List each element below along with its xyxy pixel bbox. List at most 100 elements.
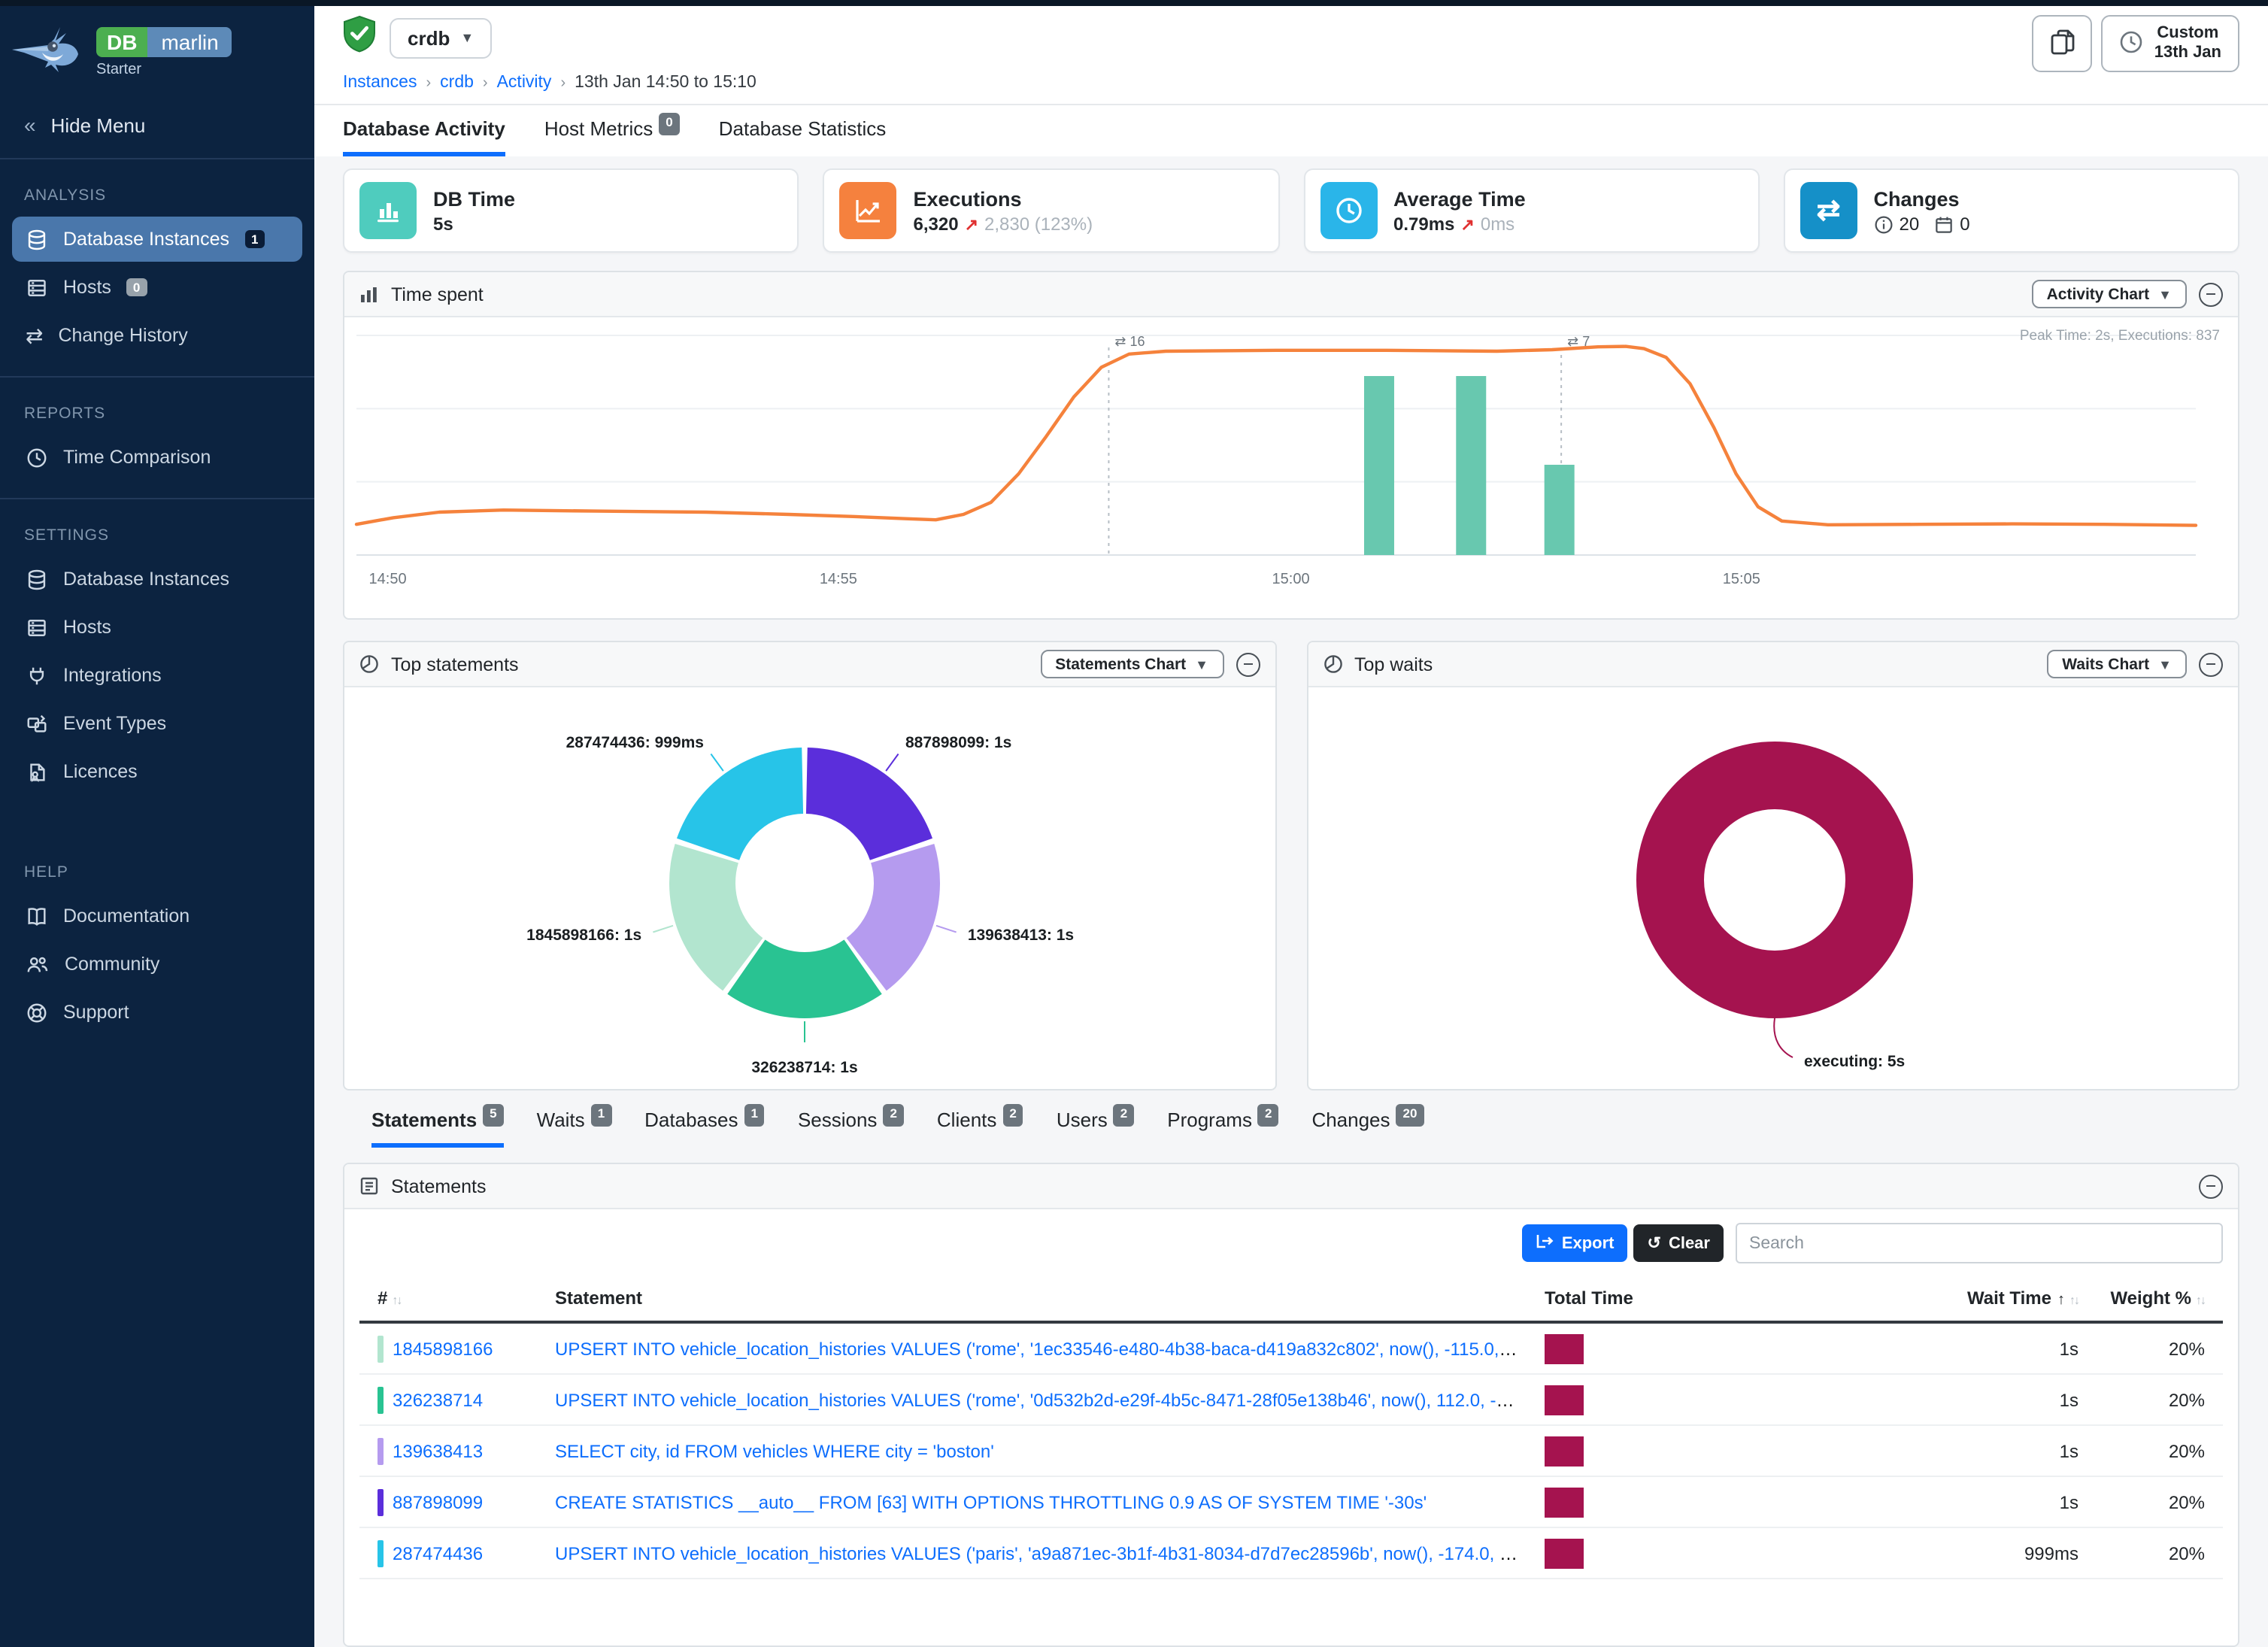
activity-chart-menu[interactable]: Activity Chart ▼ (2032, 280, 2187, 308)
metric-delta: 2,830 (123%) (984, 214, 1093, 235)
donut-slice[interactable] (1669, 776, 1878, 985)
licence-icon (26, 760, 48, 783)
sort-icon: ↑↓ (2069, 1294, 2078, 1308)
sidebar-item-database-instances[interactable]: Database Instances 1 (12, 217, 302, 262)
hide-menu-button[interactable]: « Hide Menu (0, 95, 314, 159)
statement-link[interactable]: SELECT city, id FROM vehicles WHERE city… (555, 1441, 994, 1462)
column-header-totaltime[interactable]: Total Time (1545, 1288, 1853, 1309)
top-statements-panel: Top statements Statements Chart ▼ 887898… (343, 642, 1276, 1091)
detail-tab-users[interactable]: Users2 (1057, 1109, 1134, 1148)
donut-slice-label: 1845898166: 1s (526, 926, 641, 944)
clear-button[interactable]: ↺ Clear (1634, 1225, 1724, 1263)
search-input[interactable] (1736, 1224, 2223, 1264)
statement-id-link[interactable]: 287474436 (393, 1543, 483, 1564)
weight-cell: 20% (2078, 1543, 2205, 1564)
collapse-panel-icon[interactable] (1236, 653, 1260, 677)
copy-link-button[interactable] (2033, 15, 2093, 72)
id-cell: 139638413 (377, 1438, 555, 1465)
breadcrumb-separator: › (560, 74, 565, 91)
total-time-cell (1545, 1334, 1853, 1364)
statement-id-link[interactable]: 139638413 (393, 1441, 483, 1462)
sidebar-item-time-comparison[interactable]: Time Comparison (12, 435, 302, 480)
sidebar-item-database-instances[interactable]: Database Instances (12, 557, 302, 602)
donut-slice-label: executing: 5s (1804, 1054, 1905, 1072)
sidebar-item-community[interactable]: Community (12, 942, 302, 987)
sidebar-section-label: ANALYSIS (0, 177, 314, 214)
sidebar-item-label: Database Instances (63, 229, 229, 250)
sidebar-item-badge: 0 (126, 279, 147, 296)
weight-cell: 20% (2078, 1441, 2205, 1462)
detail-tabs: Statements5 Waits1 Databases1 Sessions2 Clie… (371, 1091, 2211, 1148)
detail-tab-changes[interactable]: Changes20 (1311, 1109, 1424, 1148)
changes-icon: ⇄ (1817, 196, 1841, 225)
sidebar-item-documentation[interactable]: Documentation (12, 893, 302, 939)
time-spent-chart[interactable]: ⇄ 16⇄ 714:5014:5515:0015:05 (344, 317, 2208, 606)
detail-tab-programs[interactable]: Programs2 (1167, 1109, 1278, 1148)
tab-database-activity[interactable]: Database Activity (343, 117, 505, 156)
sidebar-item-hosts[interactable]: Hosts0 (12, 265, 302, 310)
detail-tab-waits[interactable]: Waits1 (537, 1109, 612, 1148)
metric-card-db-time: DB Time5s (343, 168, 799, 253)
clear-label: Clear (1669, 1235, 1710, 1253)
statement-id-link[interactable]: 887898099 (393, 1492, 483, 1513)
column-header-statement[interactable]: Statement (555, 1288, 1545, 1309)
time-range-button[interactable]: Custom 13th Jan (2102, 15, 2239, 72)
statement-link[interactable]: UPSERT INTO vehicle_location_histories V… (555, 1543, 1545, 1564)
statement-link[interactable]: UPSERT INTO vehicle_location_histories V… (555, 1339, 1545, 1360)
menu-label: Statements Chart (1055, 656, 1186, 674)
main-area: crdb ▼ Instances›crdb›Activity›13th Jan … (314, 0, 2268, 1647)
statement-link[interactable]: UPSERT INTO vehicle_location_histories V… (555, 1390, 1527, 1411)
statements-donut-chart[interactable]: 887898099: 1s139638413: 1s326238714: 1s1… (344, 688, 1275, 1090)
tab-badge: 2 (883, 1105, 903, 1127)
waits-donut-chart[interactable]: executing: 5s (1308, 688, 2238, 1090)
sidebar-item-hosts[interactable]: Hosts (12, 605, 302, 650)
tab-database-statistics[interactable]: Database Statistics (719, 117, 887, 156)
detail-tab-clients[interactable]: Clients2 (937, 1109, 1023, 1148)
breadcrumb-item[interactable]: crdb (440, 74, 474, 92)
breadcrumb-item[interactable]: Instances (343, 74, 417, 92)
column-header-[interactable]: #↑↓ (377, 1288, 555, 1309)
table-row: 287474436 UPSERT INTO vehicle_location_hi… (359, 1529, 2223, 1580)
detail-tab-statements[interactable]: Statements5 (371, 1109, 504, 1148)
average-time-icon (1333, 196, 1363, 226)
sidebar-item-label: Support (63, 1002, 129, 1023)
instance-selector[interactable]: crdb ▼ (390, 17, 492, 58)
statement-link[interactable]: CREATE STATISTICS __auto__ FROM [63] WIT… (555, 1492, 1427, 1513)
sidebar-item-support[interactable]: Support (12, 990, 302, 1035)
tab-badge: 2 (1114, 1105, 1134, 1127)
statement-id-link[interactable]: 326238714 (393, 1390, 483, 1411)
swap-icon: ⇄ (26, 325, 43, 346)
total-time-cell (1545, 1539, 1853, 1569)
statements-chart-menu[interactable]: Statements Chart ▼ (1040, 651, 1223, 679)
donut-slice-label: 139638413: 1s (968, 926, 1074, 944)
breadcrumb-item[interactable]: Activity (497, 74, 552, 92)
delta-up-arrow-icon: ↗ (965, 215, 978, 235)
column-header-weight[interactable]: Weight %↑↓ (2078, 1288, 2205, 1309)
sidebar-item-integrations[interactable]: Integrations (12, 653, 302, 698)
detail-tab-databases[interactable]: Databases1 (644, 1109, 765, 1148)
sidebar-item-event-types[interactable]: Event Types (12, 701, 302, 746)
sidebar-item-badge: 1 (244, 231, 265, 248)
sidebar-item-licences[interactable]: Licences (12, 749, 302, 794)
waits-chart-menu[interactable]: Waits Chart ▼ (2047, 651, 2187, 679)
statement-id-link[interactable]: 1845898166 (393, 1339, 493, 1360)
tab-host-metrics[interactable]: Host Metrics0 (544, 117, 680, 156)
detail-tab-sessions[interactable]: Sessions2 (798, 1109, 904, 1148)
sidebar-nav: ANALYSISDatabase Instances1Hosts0⇄Change… (0, 159, 314, 1038)
donut-slice[interactable] (677, 748, 803, 861)
collapse-panel-icon[interactable] (2199, 282, 2223, 306)
donut-slice[interactable] (806, 748, 932, 861)
tab-badge: 20 (1396, 1105, 1424, 1127)
collapse-panel-icon[interactable] (2199, 1175, 2223, 1199)
changes-info-count: 20 (1900, 214, 1920, 235)
collapse-panel-icon[interactable] (2199, 653, 2223, 677)
db-time-icon (374, 197, 402, 224)
sidebar-item-change-history[interactable]: ⇄Change History (12, 313, 302, 358)
bar-chart-icon (359, 285, 379, 303)
export-button[interactable]: Export (1523, 1225, 1628, 1263)
chevron-down-icon: ▼ (2158, 657, 2172, 672)
database-icon (26, 228, 48, 250)
donut-leader-line (936, 927, 957, 933)
column-header-waittime[interactable]: Wait Time↑↑↓ (1853, 1288, 2078, 1309)
tab-badge: 1 (591, 1105, 611, 1127)
